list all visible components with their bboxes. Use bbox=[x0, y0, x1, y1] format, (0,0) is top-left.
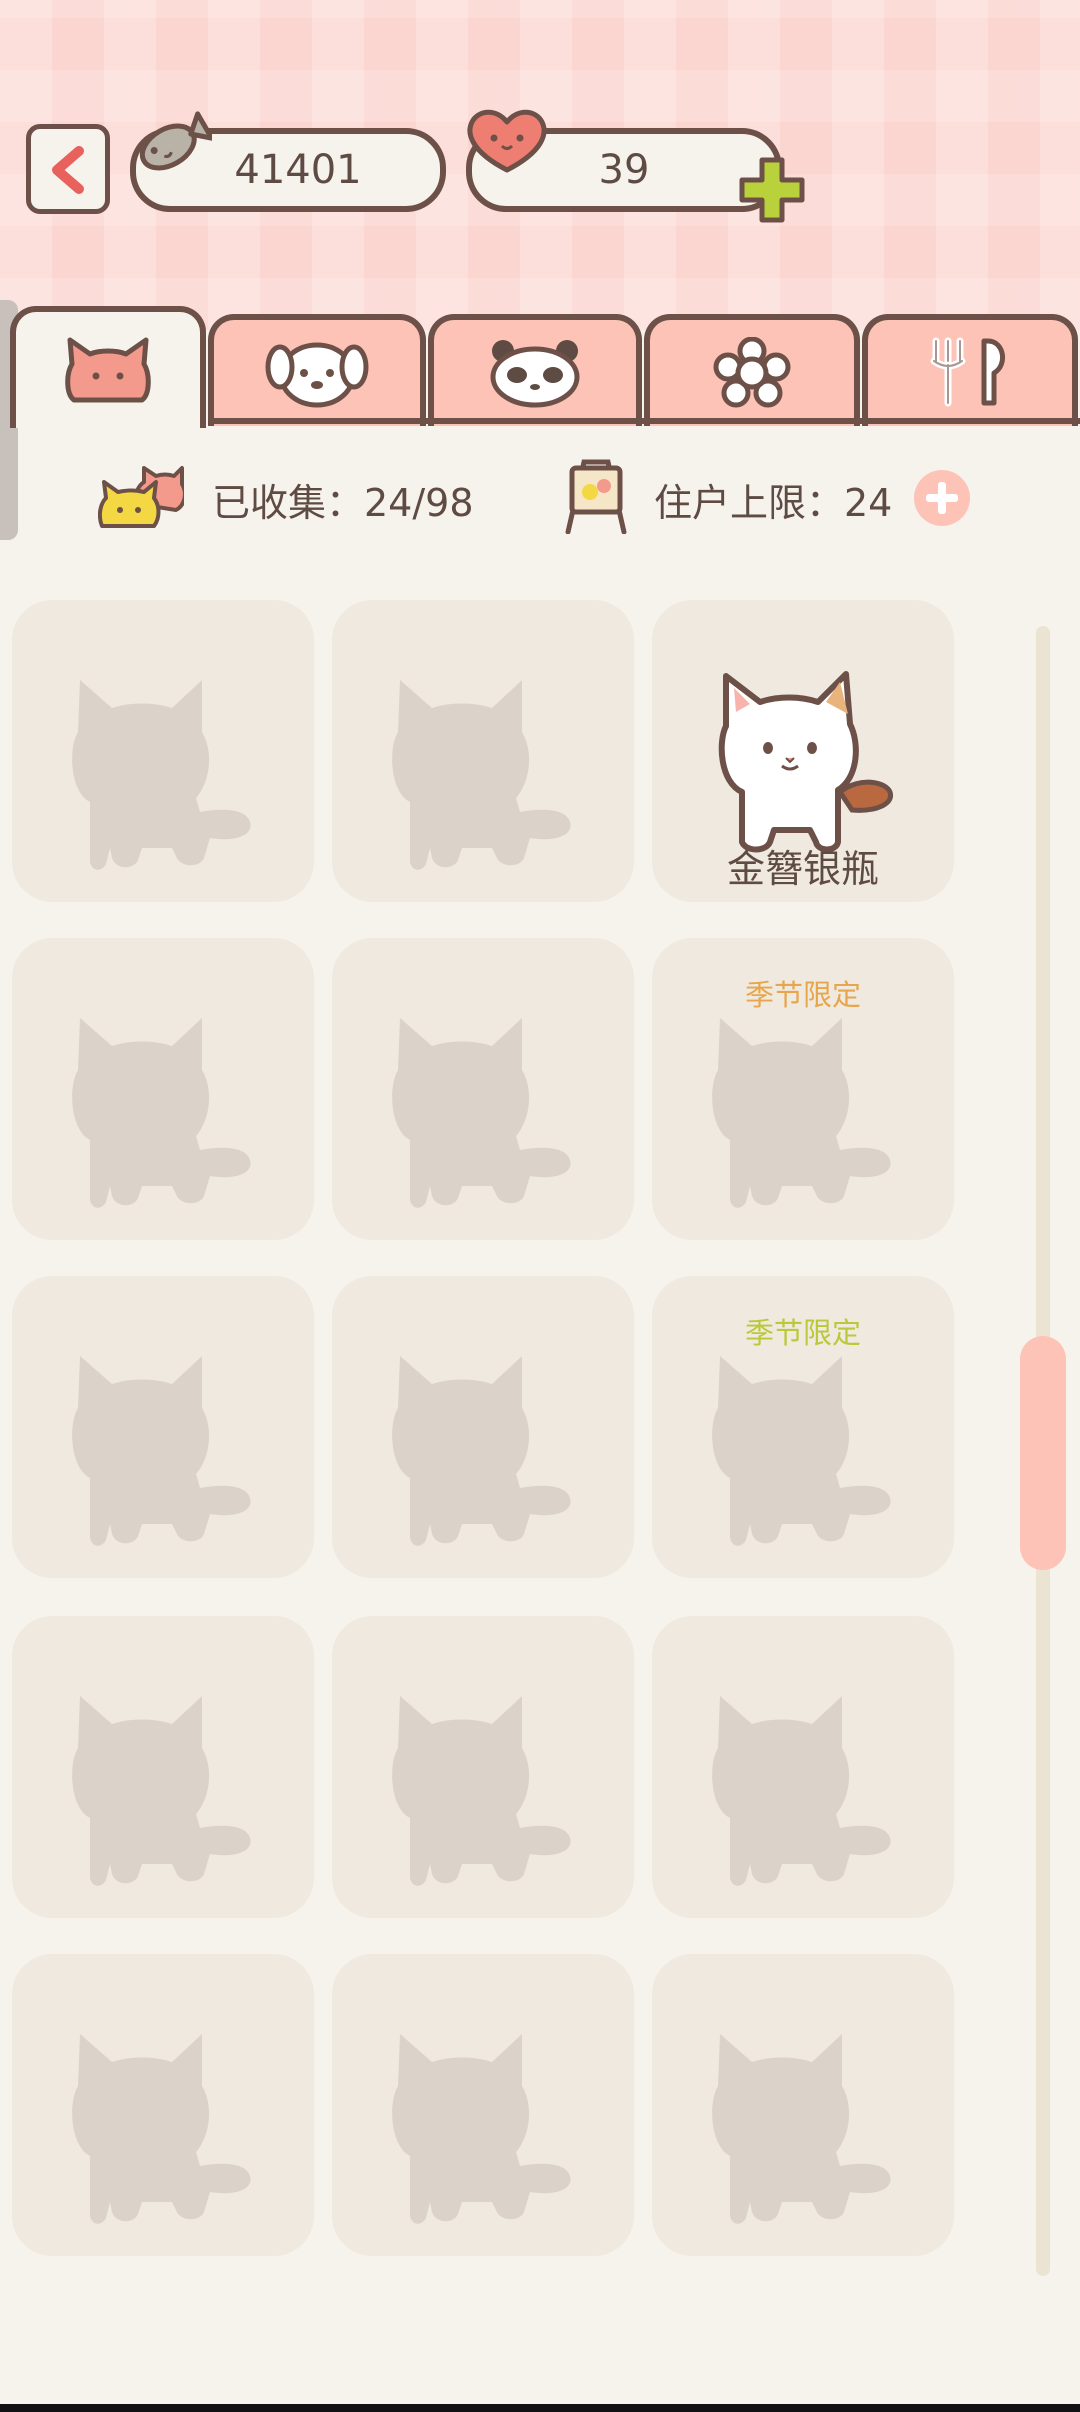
tab-flower[interactable] bbox=[644, 314, 860, 426]
seasonal-limited-tag: 季节限定 bbox=[744, 1316, 861, 1350]
resident-limit: 住户上限：24 bbox=[654, 481, 893, 525]
cat-card-locked[interactable] bbox=[12, 938, 314, 1240]
cat-name: 金簪银瓶 bbox=[726, 847, 879, 891]
locked-cat-silhouette bbox=[392, 2034, 571, 2224]
bottom-strip bbox=[0, 2404, 1080, 2412]
locked-cat-silhouette bbox=[392, 680, 571, 870]
locked-cat-silhouette bbox=[72, 2034, 251, 2224]
dog-face-icon bbox=[265, 342, 369, 408]
locked-cat-silhouette bbox=[72, 1018, 251, 1208]
locked-cat-silhouette bbox=[72, 680, 251, 870]
heart-count: 39 bbox=[598, 147, 650, 193]
locked-cat-silhouette bbox=[712, 2034, 891, 2224]
collected-cats-icon bbox=[98, 466, 184, 528]
cat-card-locked[interactable] bbox=[12, 1276, 314, 1578]
cat-card-locked[interactable]: 季节限定 bbox=[652, 1276, 954, 1578]
cat-card-locked[interactable] bbox=[652, 1616, 954, 1918]
cat-card-locked[interactable] bbox=[332, 1616, 634, 1918]
resident-sign-icon bbox=[565, 459, 627, 534]
cat-card-unlocked[interactable]: 金簪银瓶 bbox=[652, 600, 954, 902]
cat-card-locked[interactable] bbox=[652, 1954, 954, 2256]
locked-cat-silhouette bbox=[392, 1696, 571, 1886]
flower-icon bbox=[713, 337, 791, 408]
fork-spoon-icon bbox=[930, 337, 1005, 407]
fish-icon bbox=[139, 111, 212, 171]
cat-face-icon bbox=[65, 337, 151, 403]
cat-card-locked[interactable] bbox=[12, 1954, 314, 2256]
category-tabs bbox=[0, 306, 1080, 428]
tab-dog[interactable] bbox=[208, 314, 426, 426]
cat-card-locked[interactable] bbox=[12, 600, 314, 902]
coin-count: 41401 bbox=[234, 147, 362, 193]
locked-cat-silhouette bbox=[72, 1696, 251, 1886]
tab-food[interactable] bbox=[862, 314, 1078, 426]
add-hearts-button[interactable] bbox=[736, 154, 808, 226]
cat-card-locked[interactable] bbox=[332, 938, 634, 1240]
tab-bar-edge bbox=[212, 418, 1080, 424]
cat-card-locked[interactable] bbox=[332, 1276, 634, 1578]
locked-cat-silhouette bbox=[712, 1356, 891, 1546]
locked-cat-silhouette bbox=[392, 1356, 571, 1546]
cat-card-locked[interactable] bbox=[332, 1954, 634, 2256]
locked-cat-silhouette bbox=[712, 1018, 891, 1208]
tab-panda[interactable] bbox=[428, 314, 642, 426]
locked-cat-silhouette bbox=[712, 1696, 891, 1886]
seasonal-limited-tag: 季节限定 bbox=[744, 978, 861, 1012]
scrollbar-thumb[interactable] bbox=[1020, 1336, 1066, 1570]
add-resident-limit-button[interactable] bbox=[914, 470, 970, 526]
cat-card-locked[interactable] bbox=[12, 1616, 314, 1918]
locked-cat-silhouette bbox=[72, 1356, 251, 1546]
back-button[interactable] bbox=[26, 124, 110, 214]
locked-cat-silhouette bbox=[392, 1018, 571, 1208]
collected-count: 已收集：24/98 bbox=[212, 481, 474, 525]
cat-card-locked[interactable] bbox=[332, 600, 634, 902]
cat-card-locked[interactable]: 季节限定 bbox=[652, 938, 954, 1240]
panda-face-icon bbox=[490, 340, 580, 408]
cat-portrait bbox=[718, 671, 893, 853]
chevron-left-icon bbox=[52, 146, 84, 194]
heart-icon bbox=[467, 109, 547, 173]
tab-cat[interactable] bbox=[10, 306, 206, 428]
